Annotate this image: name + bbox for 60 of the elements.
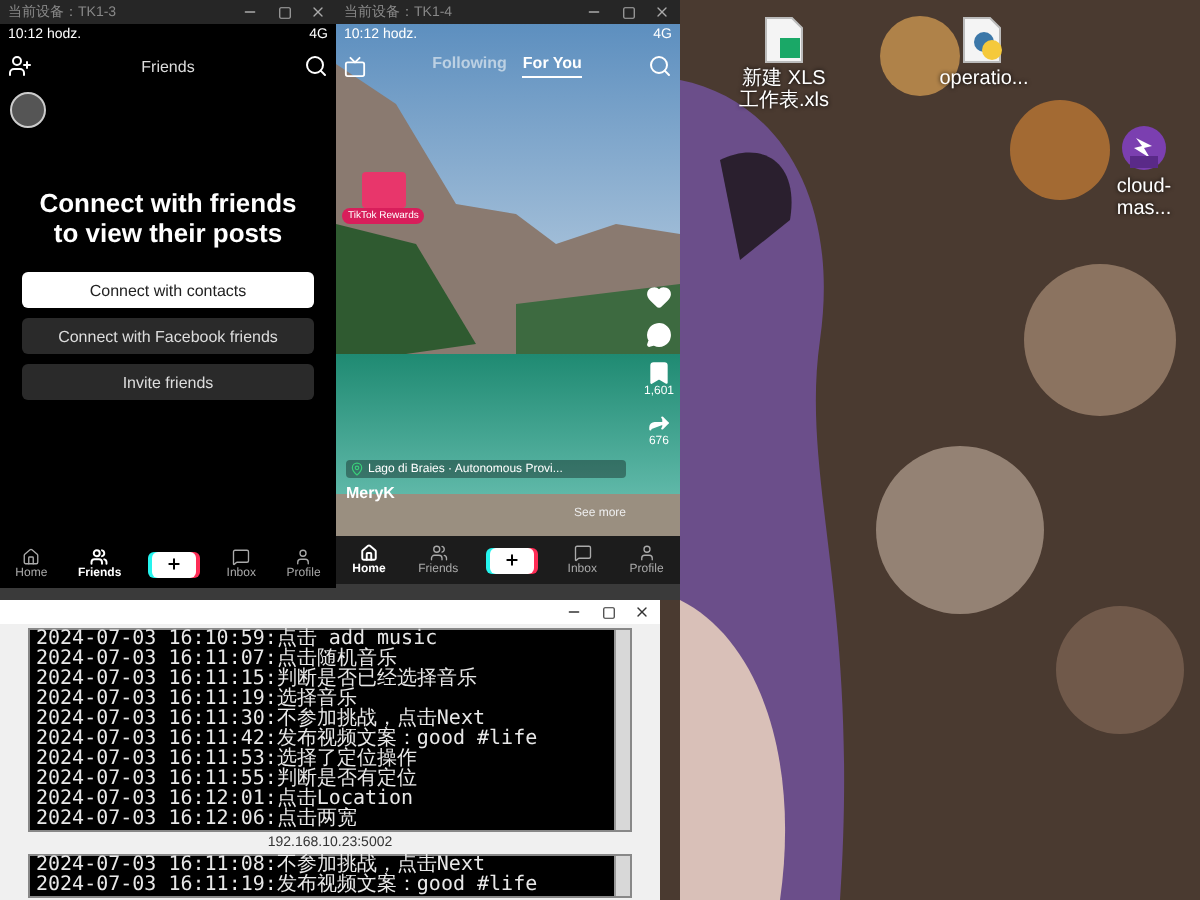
maximize-icon	[621, 5, 635, 19]
bokeh-light	[1010, 100, 1110, 200]
search-icon[interactable]	[304, 54, 328, 78]
comment-icon[interactable]	[645, 322, 672, 348]
people-icon	[429, 544, 448, 562]
log-line: 2024-07-03 16:11:30:不参加挑战，点击Next	[36, 710, 485, 730]
plus-icon	[165, 556, 182, 572]
log-line: 2024-07-03 16:11:19:选择音乐	[36, 690, 357, 710]
close-button[interactable]	[652, 2, 672, 22]
home-icon	[359, 544, 378, 562]
bookmark-icon[interactable]	[645, 360, 672, 386]
close-icon	[654, 4, 670, 20]
heart-icon[interactable]	[645, 284, 672, 310]
screen-title: Friends	[141, 57, 195, 75]
create-button[interactable]	[151, 551, 196, 577]
person-icon	[637, 544, 656, 562]
log-line: 2024-07-03 16:12:06:点击两宽	[36, 810, 359, 830]
maximize-icon	[277, 5, 291, 19]
share-icon[interactable]	[645, 410, 672, 436]
close-button[interactable]	[308, 2, 328, 22]
people-icon	[90, 548, 109, 566]
log-line: 2024-07-03 16:11:15:判断是否已经选择音乐	[36, 670, 479, 690]
log-line: 2024-07-03 16:10:59:点击 add music	[36, 630, 440, 650]
maximize-button[interactable]	[598, 602, 618, 622]
connect-button[interactable]: Connect with contacts	[22, 272, 314, 308]
create-button[interactable]	[490, 547, 535, 573]
avatar[interactable]	[10, 92, 46, 128]
scrollbar[interactable]	[614, 630, 630, 830]
close-icon	[634, 604, 650, 620]
close-button[interactable]	[632, 602, 652, 622]
live-icon[interactable]	[344, 55, 366, 77]
log-line: 2024-07-03 16:11:07:点击随机音乐	[36, 650, 397, 670]
log-line: 2024-07-03 16:11:08:不参加挑战，点击Next	[36, 856, 485, 876]
archive-app-icon[interactable]	[1120, 124, 1168, 172]
maximize-button[interactable]	[618, 2, 638, 22]
log-line: 2024-07-03 16:11:42:发布视频文案：good #life	[36, 730, 540, 750]
scrollbar[interactable]	[614, 856, 630, 896]
heading: Connect with friends to view their posts	[37, 188, 299, 248]
log-line: 2024-07-03 16:11:53:选择了定位操作	[36, 750, 418, 770]
location-pin-icon	[350, 462, 364, 476]
desktop-icon-label: 新建 XLS 工作表.xls	[737, 68, 831, 112]
log-line: 2024-07-03 16:11:19:发布视频文案：good #life	[36, 876, 540, 896]
plus-icon	[504, 552, 521, 568]
desktop-icon-label: cloud-mas...	[1114, 176, 1174, 220]
bokeh-light	[1056, 606, 1184, 734]
log-line: 2024-07-03 16:12:01:点击Location	[36, 790, 416, 810]
home-icon	[22, 548, 41, 566]
connect-button[interactable]: Connect with Facebook friends	[22, 318, 314, 354]
message-icon	[573, 544, 592, 562]
python-file-icon[interactable]	[962, 16, 1006, 64]
maximize-icon	[601, 605, 615, 619]
connect-button[interactable]: Invite friends	[22, 364, 314, 400]
maximize-button[interactable]	[274, 2, 294, 22]
add-user-icon[interactable]	[8, 54, 32, 78]
person-icon	[294, 548, 313, 566]
log-line: 2024-07-03 16:11:55:判断是否有定位	[36, 770, 419, 790]
desktop-icon-label: operatio...	[939, 68, 1029, 90]
close-icon	[310, 4, 326, 20]
message-icon	[232, 548, 251, 566]
spreadsheet-file-icon[interactable]	[764, 16, 804, 64]
